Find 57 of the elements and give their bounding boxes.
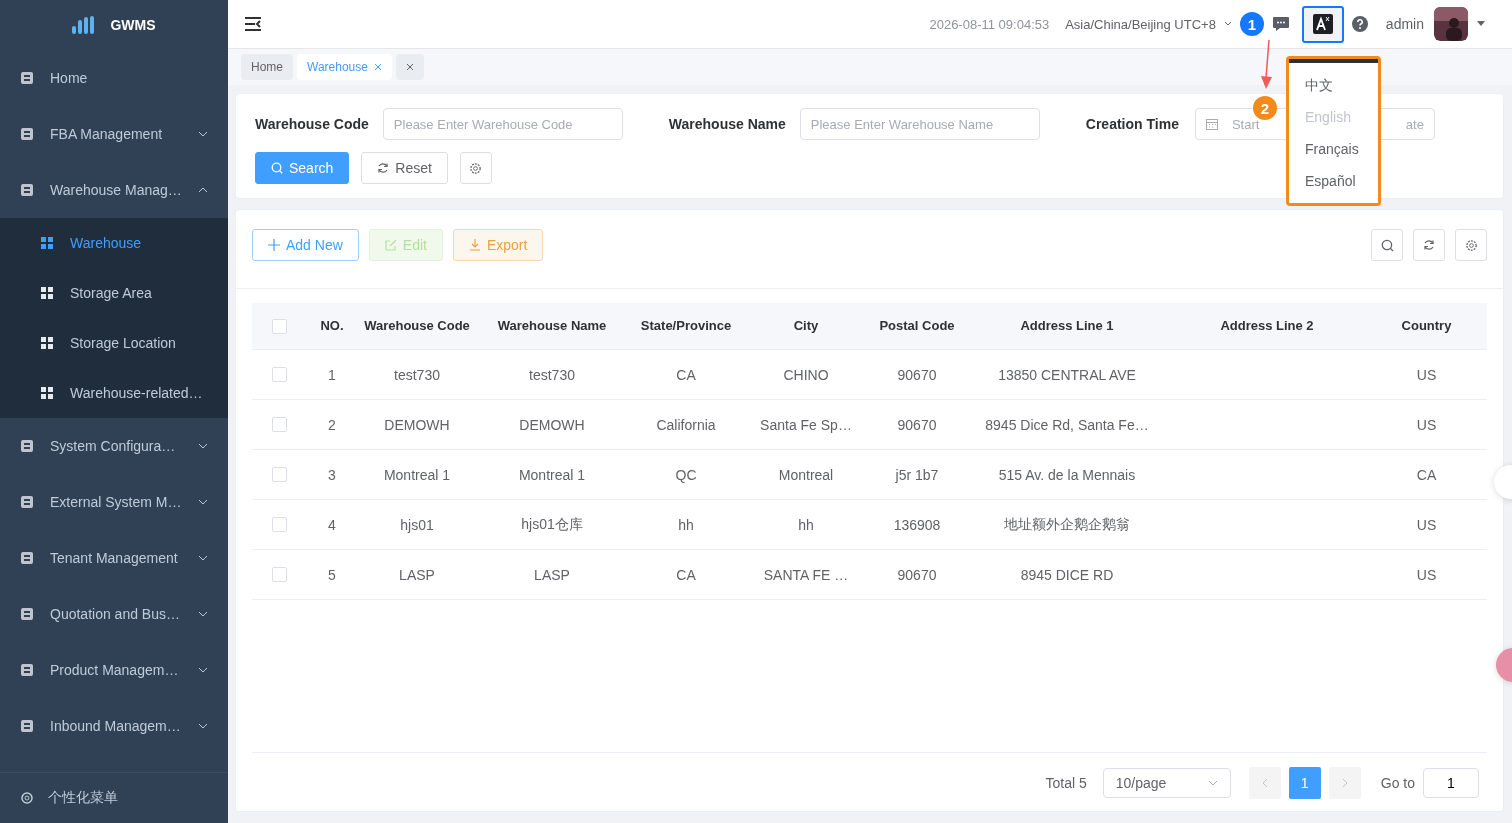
column-header: Country xyxy=(1401,318,1452,333)
table-cell: Montreal 1 xyxy=(383,466,451,483)
table-cell: 3 xyxy=(328,466,336,483)
table-cell: CA xyxy=(676,566,696,583)
table-cell: 2 xyxy=(328,416,336,433)
table-cell: j5r 1b7 xyxy=(895,466,939,483)
table-cell: SANTA FE … xyxy=(763,566,849,583)
step-badge: 1 xyxy=(1239,12,1264,36)
table-cell: LASP xyxy=(399,566,435,583)
table-cell: 5 xyxy=(328,566,336,583)
table-cell: Santa Fe Sp… xyxy=(760,416,852,433)
table-cell: 地址额外企鹅企鹅翁 xyxy=(1004,515,1130,532)
table-cell: 13850 CENTRAL AVE xyxy=(998,366,1136,383)
table-cell: CHINO xyxy=(783,366,829,383)
total-count: Total 5 xyxy=(1045,775,1087,791)
table-cell: LASP xyxy=(534,566,570,583)
column-header: State/Province xyxy=(640,318,732,333)
column-header: Address Line 1 xyxy=(1020,318,1114,333)
table-cell: 8945 DICE RD xyxy=(1020,566,1114,583)
table-cell: 136908 xyxy=(893,516,941,533)
field-label: Creation Time xyxy=(1085,116,1179,132)
table-cell: Montreal xyxy=(778,466,834,483)
table-cell: DEMOWH xyxy=(519,416,585,433)
table-cell: Montreal 1 xyxy=(518,466,586,483)
column-header: Warehouse Name xyxy=(497,318,607,333)
table-cell: CA xyxy=(1416,466,1437,483)
table-cell: hh xyxy=(678,516,694,533)
column-header: Warehouse Code xyxy=(364,318,470,333)
table-cell: hh xyxy=(798,516,814,533)
table-cell: 8945 Dice Rd, Santa Fe… xyxy=(985,416,1149,433)
table-cell: 4 xyxy=(328,516,336,533)
column-header: NO. xyxy=(320,318,344,333)
column-header: Postal Code xyxy=(879,318,955,333)
table-cell: hjs01 xyxy=(400,516,434,533)
goto-label: Go to xyxy=(1380,775,1415,791)
table-cell: 90670 xyxy=(897,566,937,583)
field-label: Warehouse Code xyxy=(255,116,369,132)
table-cell: test730 xyxy=(394,366,440,383)
table-cell: test730 xyxy=(529,366,575,383)
app-name: GWMS xyxy=(110,17,156,33)
column-header: Address Line 2 xyxy=(1220,318,1314,333)
table-cell: DEMOWH xyxy=(384,416,450,433)
table-cell: QC xyxy=(675,466,697,483)
table-cell: 90670 xyxy=(897,366,937,383)
table-cell: US xyxy=(1416,566,1437,583)
datetime-text: 2026-08-11 09:04:53 xyxy=(929,16,1050,32)
table-cell: 515 Av. de la Mennais xyxy=(998,466,1136,483)
table-cell: CA xyxy=(676,366,696,383)
table-cell: US xyxy=(1416,366,1437,383)
table-cell: US xyxy=(1416,416,1437,433)
table-cell: 1 xyxy=(328,366,336,383)
field-label: Warehouse Name xyxy=(668,116,786,132)
table-cell: hjs01仓库 xyxy=(521,515,583,532)
table-cell: US xyxy=(1416,516,1437,533)
table-cell: 90670 xyxy=(897,416,937,433)
table-cell: California xyxy=(656,416,716,433)
column-header: City xyxy=(793,318,819,333)
